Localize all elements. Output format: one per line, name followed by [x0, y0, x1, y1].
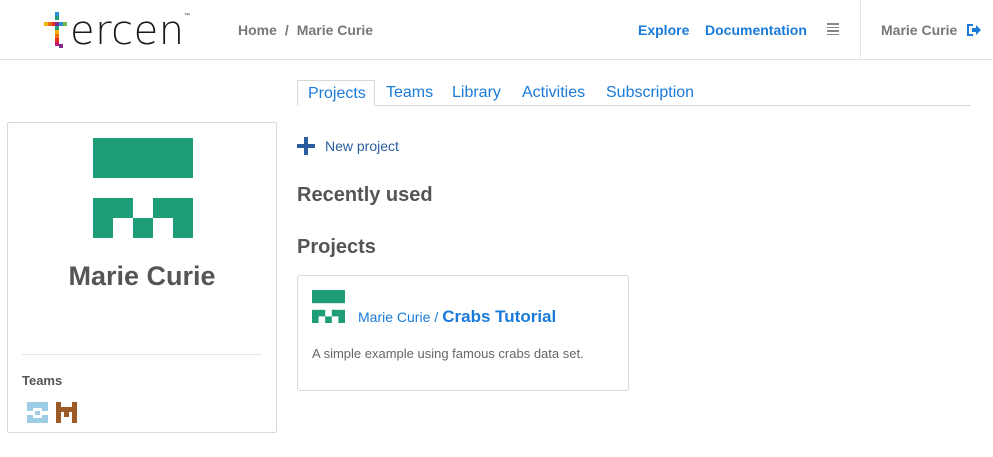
- plus-icon: [297, 137, 315, 155]
- user-name-link[interactable]: Marie Curie: [881, 22, 957, 38]
- tercen-logo[interactable]: ercen ™: [44, 8, 199, 54]
- logo-trademark: ™: [184, 13, 190, 19]
- project-path: Marie Curie / Crabs Tutorial: [358, 307, 556, 327]
- new-project-label: New project: [325, 138, 399, 154]
- user-avatar: [93, 138, 193, 238]
- header-divider: [860, 0, 861, 59]
- documentation-link[interactable]: Documentation: [705, 22, 807, 38]
- breadcrumb-home-link[interactable]: Home: [238, 22, 277, 38]
- breadcrumb-separator: /: [284, 22, 289, 38]
- profile-tabs: Projects Teams Library Activities Subscr…: [297, 80, 971, 106]
- project-card[interactable]: Marie Curie / Crabs Tutorial A simple ex…: [297, 275, 629, 391]
- tab-projects[interactable]: Projects: [297, 80, 375, 106]
- profile-card: Marie Curie Teams: [7, 122, 277, 433]
- project-avatar: [312, 290, 345, 323]
- project-name-link[interactable]: Crabs Tutorial: [442, 307, 556, 327]
- explore-link[interactable]: Explore: [638, 22, 689, 38]
- tab-activities[interactable]: Activities: [512, 80, 595, 106]
- profile-divider: [22, 354, 262, 355]
- hamburger-icon[interactable]: [827, 23, 839, 35]
- tab-teams[interactable]: Teams: [376, 80, 443, 106]
- recently-used-heading: Recently used: [297, 184, 433, 206]
- top-header: ercen ™ Home / Marie Curie Explore Docum…: [0, 0, 993, 60]
- sign-out-icon[interactable]: [966, 23, 982, 37]
- team-avatar-icon[interactable]: [27, 402, 48, 423]
- tab-subscription[interactable]: Subscription: [596, 80, 704, 106]
- project-path-separator: /: [434, 309, 439, 325]
- project-owner-link[interactable]: Marie Curie: [358, 309, 430, 325]
- projects-heading: Projects: [297, 236, 376, 258]
- tab-library[interactable]: Library: [442, 80, 511, 106]
- breadcrumb-current[interactable]: Marie Curie: [297, 22, 373, 38]
- logo-wordmark: ercen: [70, 8, 185, 54]
- breadcrumb: Home / Marie Curie: [238, 22, 373, 38]
- team-avatar-icon[interactable]: [56, 402, 77, 423]
- teams-label: Teams: [22, 373, 63, 388]
- profile-name: Marie Curie: [68, 261, 216, 291]
- new-project-button[interactable]: New project: [297, 137, 399, 155]
- project-description: A simple example using famous crabs data…: [312, 346, 584, 361]
